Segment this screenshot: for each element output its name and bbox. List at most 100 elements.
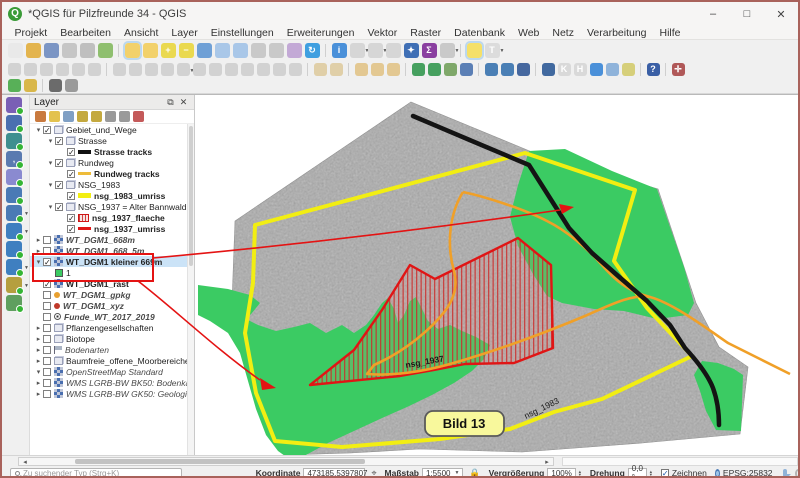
- layer-tree-row[interactable]: ✓WT_DGM1_rast: [30, 278, 188, 289]
- layer-tree-row[interactable]: ▸WMS LGRB-BW BK50: Bodenkarte 1 : 5: [30, 377, 188, 388]
- menu-ansicht[interactable]: Ansicht: [117, 27, 164, 39]
- new-geopackage-icon[interactable]: [412, 63, 425, 76]
- expander-icon[interactable]: ▸: [34, 346, 43, 354]
- expander-icon[interactable]: ▾: [46, 159, 55, 167]
- menu-erweiterungen[interactable]: Erweiterungen: [280, 27, 361, 39]
- panel-float-icon[interactable]: ⧉: [164, 97, 177, 108]
- save-project-icon[interactable]: [44, 43, 59, 58]
- horizontal-scrollbar[interactable]: ◂ ▸: [18, 457, 554, 466]
- layer-tree-row[interactable]: ▸WMS LGRB-BW GK50: Geologische Ka: [30, 388, 188, 399]
- new-map-view-icon[interactable]: [287, 43, 302, 58]
- layer-visibility-checkbox[interactable]: [43, 379, 51, 387]
- remove-layer-icon[interactable]: [133, 111, 144, 122]
- new-project-icon[interactable]: [8, 43, 23, 58]
- highlight-labels-icon[interactable]: [40, 63, 53, 76]
- add-xyz-layer-icon[interactable]: [6, 241, 22, 257]
- expander-icon[interactable]: ▸: [34, 236, 43, 244]
- wfs-globe-icon[interactable]: [517, 63, 530, 76]
- add-feature-icon[interactable]: ▼: [177, 63, 190, 76]
- layer-visibility-checkbox[interactable]: [43, 368, 51, 376]
- close-button[interactable]: ✕: [764, 2, 798, 26]
- new-print-layout-icon[interactable]: [62, 43, 77, 58]
- scroll-left-icon[interactable]: ◂: [19, 458, 31, 466]
- pan-to-selection-icon[interactable]: [143, 43, 158, 58]
- layer-tree-row[interactable]: WT_DGM1_gpkg: [30, 289, 188, 300]
- add-spatialite-layer-icon[interactable]: [6, 169, 22, 185]
- measure-icon[interactable]: ▼: [440, 43, 455, 58]
- layer-visibility-checkbox[interactable]: ✓: [67, 225, 75, 233]
- html-tools-icon[interactable]: H: [574, 63, 587, 76]
- statistics-icon[interactable]: Σ: [422, 43, 437, 58]
- layer-tree-row[interactable]: ▾✓Rundweg: [30, 157, 188, 168]
- select-features-icon[interactable]: ▼: [350, 43, 365, 58]
- layer-visibility-checkbox[interactable]: ✓: [67, 192, 75, 200]
- digitize-icon[interactable]: [161, 63, 174, 76]
- expander-icon[interactable]: ▸: [34, 247, 43, 255]
- refresh-icon[interactable]: ↻: [305, 43, 320, 58]
- pan-map-icon[interactable]: [125, 43, 140, 58]
- layer-tree-row[interactable]: ▸Biotope: [30, 333, 188, 344]
- zoom-to-selection-icon[interactable]: [215, 43, 230, 58]
- undo-icon[interactable]: [273, 63, 286, 76]
- layer-diagram-icon[interactable]: [24, 63, 37, 76]
- magnifier-spinbox[interactable]: 100%: [547, 468, 575, 478]
- layer-tree-row[interactable]: ▾✓NSG_1937 = Alter Bannwald: [30, 201, 188, 212]
- menu-hilfe[interactable]: Hilfe: [653, 27, 687, 39]
- layer-tree-row[interactable]: ▾OpenStreetMap Standard: [30, 366, 188, 377]
- expander-icon[interactable]: ▾: [46, 203, 55, 211]
- add-delimited-text-icon[interactable]: ,: [6, 151, 22, 167]
- invert-selection-icon[interactable]: [387, 63, 400, 76]
- copy-features-icon[interactable]: [241, 63, 254, 76]
- layer-visibility-checkbox[interactable]: ✓: [55, 137, 63, 145]
- layer-visibility-checkbox[interactable]: ✓: [43, 280, 51, 288]
- expander-icon[interactable]: ▸: [34, 335, 43, 343]
- show-hidden-labels-icon[interactable]: [72, 63, 85, 76]
- osm-tools-icon[interactable]: [24, 79, 37, 92]
- layer-tree-row[interactable]: ▸WT_DGM1_668_5m: [30, 245, 188, 256]
- select-rect-icon[interactable]: [314, 63, 327, 76]
- python-console-icon[interactable]: [542, 63, 555, 76]
- collapse-all-icon[interactable]: [119, 111, 130, 122]
- expander-icon[interactable]: ▾: [34, 258, 43, 266]
- layer-visibility-checkbox[interactable]: [43, 302, 51, 310]
- layer-tree-row[interactable]: ✓nsg_1983_umriss: [30, 190, 188, 201]
- crs-globe-icon[interactable]: [715, 469, 720, 478]
- layer-tree-row[interactable]: ✓nsg_1937_umriss: [30, 223, 188, 234]
- map-tips-icon[interactable]: [467, 43, 482, 58]
- vertex-tool-icon[interactable]: [193, 63, 206, 76]
- select-value-icon[interactable]: [330, 63, 343, 76]
- zoom-out-icon[interactable]: −: [179, 43, 194, 58]
- expander-icon[interactable]: ▾: [34, 126, 43, 134]
- add-wcs-layer-icon[interactable]: ▼: [6, 259, 22, 275]
- layer-tree-row[interactable]: ▸Baumfreie_offene_Moorbereiche: [30, 355, 188, 366]
- menu-raster[interactable]: Raster: [404, 27, 448, 39]
- layer-tree-row[interactable]: WT_DGM1_xyz: [30, 300, 188, 311]
- paste-features-icon[interactable]: [257, 63, 270, 76]
- pin-labels-icon[interactable]: [56, 63, 69, 76]
- db-manager-icon[interactable]: [460, 63, 473, 76]
- layer-tree-row[interactable]: ✓Strasse tracks: [30, 146, 188, 157]
- layer-visibility-checkbox[interactable]: [43, 313, 51, 321]
- layer-tree-row[interactable]: ✓Rundweg tracks: [30, 168, 188, 179]
- identify-features-icon[interactable]: i: [332, 43, 347, 58]
- manage-map-themes-icon[interactable]: [63, 111, 74, 122]
- layer-tree-row[interactable]: 1: [30, 267, 188, 278]
- layer-tree-row[interactable]: Funde_WT_2017_2019: [30, 311, 188, 322]
- map-canvas[interactable]: nsg_1937 nsg_1983 Bild 13: [195, 95, 800, 456]
- menu-einstellungen[interactable]: Einstellungen: [204, 27, 280, 39]
- plugin-builder-icon[interactable]: [8, 79, 21, 92]
- chevron-down-icon[interactable]: ▼: [24, 211, 29, 217]
- style-manager-icon[interactable]: [98, 43, 113, 58]
- layout-manager-icon[interactable]: [80, 43, 95, 58]
- save-edits-icon[interactable]: [145, 63, 158, 76]
- add-postgis-layer-icon[interactable]: [6, 187, 22, 203]
- scale-combobox[interactable]: 1:5500▼: [422, 468, 463, 478]
- open-layer-styling-icon[interactable]: [35, 111, 46, 122]
- chevron-down-icon[interactable]: ▼: [24, 229, 29, 235]
- add-mesh-layer-icon[interactable]: [6, 133, 22, 149]
- redo-icon[interactable]: [289, 63, 302, 76]
- layer-visibility-checkbox[interactable]: [43, 291, 51, 299]
- layer-tree-row[interactable]: ▸Pflanzengesellschaften: [30, 322, 188, 333]
- menu-projekt[interactable]: Projekt: [8, 27, 54, 39]
- select-all-icon[interactable]: [371, 63, 384, 76]
